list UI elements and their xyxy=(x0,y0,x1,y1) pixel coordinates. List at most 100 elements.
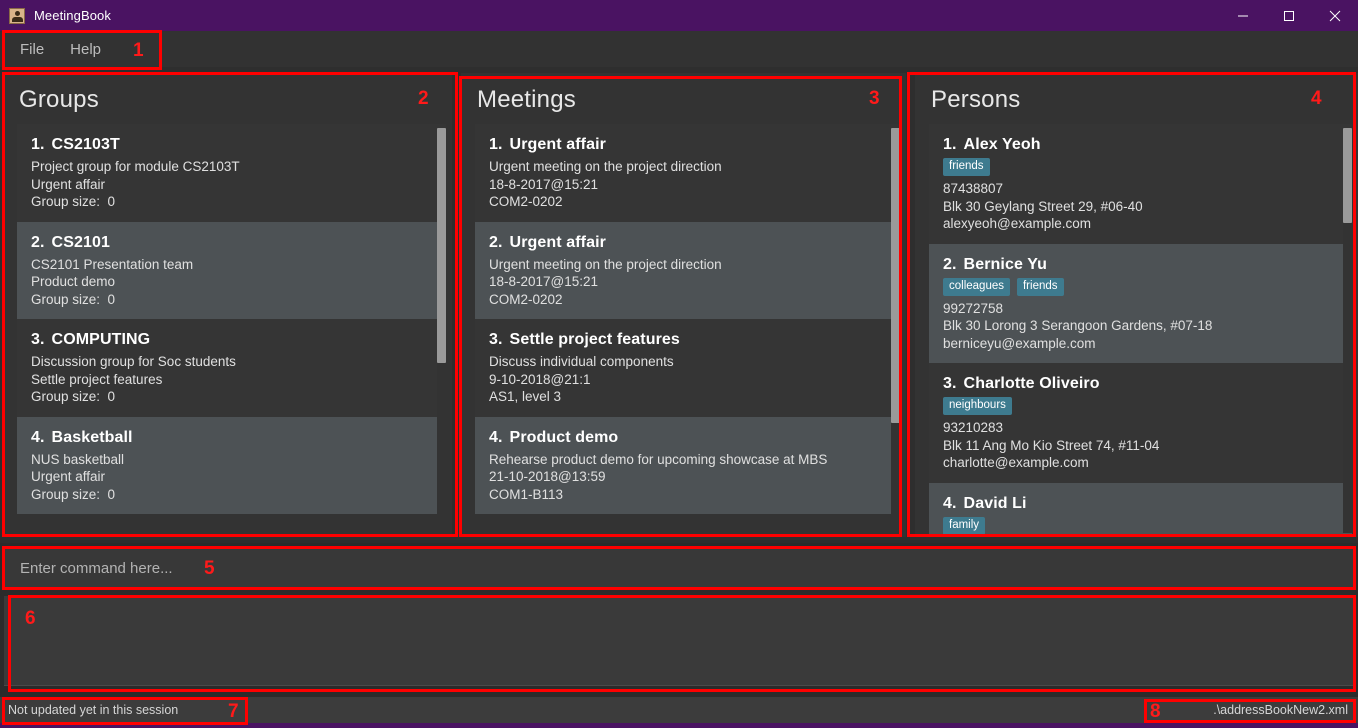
person-address: Blk 30 Lorong 3 Serangoon Gardens, #07-1… xyxy=(943,318,1213,333)
persons-scrollbar[interactable] xyxy=(1343,128,1352,533)
group-size-row: Group size: 0 xyxy=(31,486,432,504)
person-phone: 93210283 xyxy=(943,420,1004,435)
person-name: Bernice Yu xyxy=(963,255,1047,273)
menu-item-help[interactable]: Help xyxy=(60,38,111,61)
meeting-name: Product demo xyxy=(509,428,619,446)
application-window: MeetingBook File Help Groups 1. CS2103T … xyxy=(0,0,1358,728)
group-meeting: Product demo xyxy=(31,274,116,289)
person-tags: colleagues friends xyxy=(943,277,1338,296)
groups-panel: Groups 1. CS2103T Project group for modul… xyxy=(3,73,452,537)
group-description: Discussion group for Soc students xyxy=(31,354,236,369)
person-tag: neighbours xyxy=(943,397,1012,415)
groups-scrollbar-thumb[interactable] xyxy=(437,128,446,363)
meeting-index: 1. xyxy=(489,136,503,153)
group-list-item[interactable]: 2. CS2101 CS2101 Presentation team Produc… xyxy=(17,221,446,319)
meetings-scrollbar[interactable] xyxy=(891,128,900,533)
person-header: 2. Bernice Yu xyxy=(943,256,1338,274)
meeting-list-item[interactable]: 4. Product demo Rehearse product demo for… xyxy=(475,416,900,514)
group-size-value: 0 xyxy=(107,194,116,209)
group-index: 3. xyxy=(31,331,45,348)
menu-bar: File Help xyxy=(0,31,1358,67)
meetings-scrollbar-thumb[interactable] xyxy=(891,128,900,423)
title-bar: MeetingBook xyxy=(0,0,1358,31)
persons-panel-title: Persons xyxy=(931,86,1021,113)
group-description: CS2101 Presentation team xyxy=(31,256,194,272)
command-input-placeholder[interactable]: Enter command here... xyxy=(4,560,173,577)
group-size-label: Group size: xyxy=(31,389,101,404)
meeting-datetime: 18-8-2017@15:21 xyxy=(489,274,599,289)
persons-list-wrap: 1. Alex Yeoh friends 87438807 Blk 30 Geyl… xyxy=(929,124,1352,535)
window-controls xyxy=(1220,0,1358,31)
meeting-description: Urgent meeting on the project direction xyxy=(489,256,722,272)
group-name: Basketball xyxy=(51,428,133,446)
meeting-header: 3. Settle project features xyxy=(489,331,886,349)
meeting-list-item[interactable]: 2. Urgent affair Urgent meeting on the pr… xyxy=(475,221,900,319)
meeting-index: 2. xyxy=(489,233,503,251)
person-tag: family xyxy=(943,516,986,535)
app-person-card-icon xyxy=(9,7,25,24)
person-header: 1. Alex Yeoh xyxy=(943,136,1338,154)
group-index: 2. xyxy=(31,233,45,251)
group-meeting: Urgent affair xyxy=(31,176,106,192)
person-list-item[interactable]: 2. Bernice Yu colleagues friends 99272758… xyxy=(929,243,1352,363)
group-size-value: 0 xyxy=(107,291,116,307)
person-header: 4. David Li xyxy=(943,495,1338,513)
group-header: 3. COMPUTING xyxy=(31,331,432,349)
sync-status: Not updated yet in this session xyxy=(8,703,179,717)
persons-list[interactable]: 1. Alex Yeoh friends 87438807 Blk 30 Geyl… xyxy=(929,124,1352,535)
person-list-item[interactable]: 4.David Li family 91031282 Blk 436 Seran… xyxy=(929,482,1352,535)
person-list-item[interactable]: 3. Charlotte Oliveiro neighbours 93210283… xyxy=(929,363,1352,483)
person-email: charlotte@example.com xyxy=(943,455,1089,470)
group-name: CS2101 xyxy=(51,233,110,251)
maximize-icon[interactable] xyxy=(1266,0,1312,31)
group-size-row: Group size: 0 xyxy=(31,388,432,406)
group-list-item[interactable]: 3. COMPUTING Discussion group for Soc stu… xyxy=(17,319,446,417)
person-tags: neighbours xyxy=(943,397,1338,415)
person-index: 2. xyxy=(943,255,957,273)
group-header: 1. CS2103T xyxy=(31,136,432,154)
person-tag: friends xyxy=(943,158,990,176)
menu-item-file[interactable]: File xyxy=(10,38,54,61)
meetings-panel-title: Meetings xyxy=(477,86,576,113)
minimize-icon[interactable] xyxy=(1220,0,1266,31)
group-size-value: 0 xyxy=(107,486,116,502)
person-address: Blk 30 Geylang Street 29, #06-40 xyxy=(943,198,1143,214)
group-header: 2. CS2101 xyxy=(31,234,432,252)
meetings-panel: Meetings 1. Urgent affair Urgent meeting … xyxy=(461,73,906,537)
close-icon[interactable] xyxy=(1312,0,1358,31)
groups-list[interactable]: 1. CS2103T Project group for module CS210… xyxy=(17,124,446,535)
persons-panel: Persons 1. Alex Yeoh friends 87438807 Blk… xyxy=(915,73,1358,537)
meetings-list-wrap: 1. Urgent affair Urgent meeting on the pr… xyxy=(475,124,900,535)
groups-panel-title: Groups xyxy=(19,86,99,113)
groups-scrollbar[interactable] xyxy=(437,128,446,533)
command-box[interactable]: Enter command here... xyxy=(4,549,1354,587)
group-size-label: Group size: xyxy=(31,291,101,307)
meetings-list[interactable]: 1. Urgent affair Urgent meeting on the pr… xyxy=(475,124,900,535)
meeting-header: 4. Product demo xyxy=(489,429,886,447)
group-list-item[interactable]: 1. CS2103T Project group for module CS210… xyxy=(17,124,446,222)
meeting-index: 3. xyxy=(489,331,503,348)
group-meeting: Urgent affair xyxy=(31,469,106,484)
panels-region: Groups 1. CS2103T Project group for modul… xyxy=(0,67,1358,543)
persons-scrollbar-thumb[interactable] xyxy=(1343,128,1352,223)
window-title: MeetingBook xyxy=(34,8,111,23)
person-name: Charlotte Oliveiro xyxy=(963,375,1100,392)
meeting-datetime: 18-8-2017@15:21 xyxy=(489,176,599,192)
meeting-index: 4. xyxy=(489,428,503,446)
groups-list-wrap: 1. CS2103T Project group for module CS210… xyxy=(17,124,446,535)
meeting-list-item[interactable]: 1. Urgent affair Urgent meeting on the pr… xyxy=(475,124,900,222)
person-phone: 87438807 xyxy=(943,181,1004,196)
meeting-description: Discuss individual components xyxy=(489,354,674,369)
group-index: 1. xyxy=(31,136,45,153)
group-size-label: Group size: xyxy=(31,194,101,209)
group-list-item[interactable]: 4. Basketball NUS basketball Urgent affai… xyxy=(17,416,446,514)
meeting-name: Urgent affair xyxy=(509,136,606,153)
meeting-list-item[interactable]: 3. Settle project features Discuss indivi… xyxy=(475,319,900,417)
meeting-location: COM2-0202 xyxy=(489,194,563,209)
group-name: COMPUTING xyxy=(51,331,151,348)
meeting-header: 2. Urgent affair xyxy=(489,234,886,252)
group-size-row: Group size: 0 xyxy=(31,291,432,309)
person-email: alexyeoh@example.com xyxy=(943,216,1092,231)
person-list-item[interactable]: 1. Alex Yeoh friends 87438807 Blk 30 Geyl… xyxy=(929,124,1352,244)
group-size-label: Group size: xyxy=(31,486,101,502)
